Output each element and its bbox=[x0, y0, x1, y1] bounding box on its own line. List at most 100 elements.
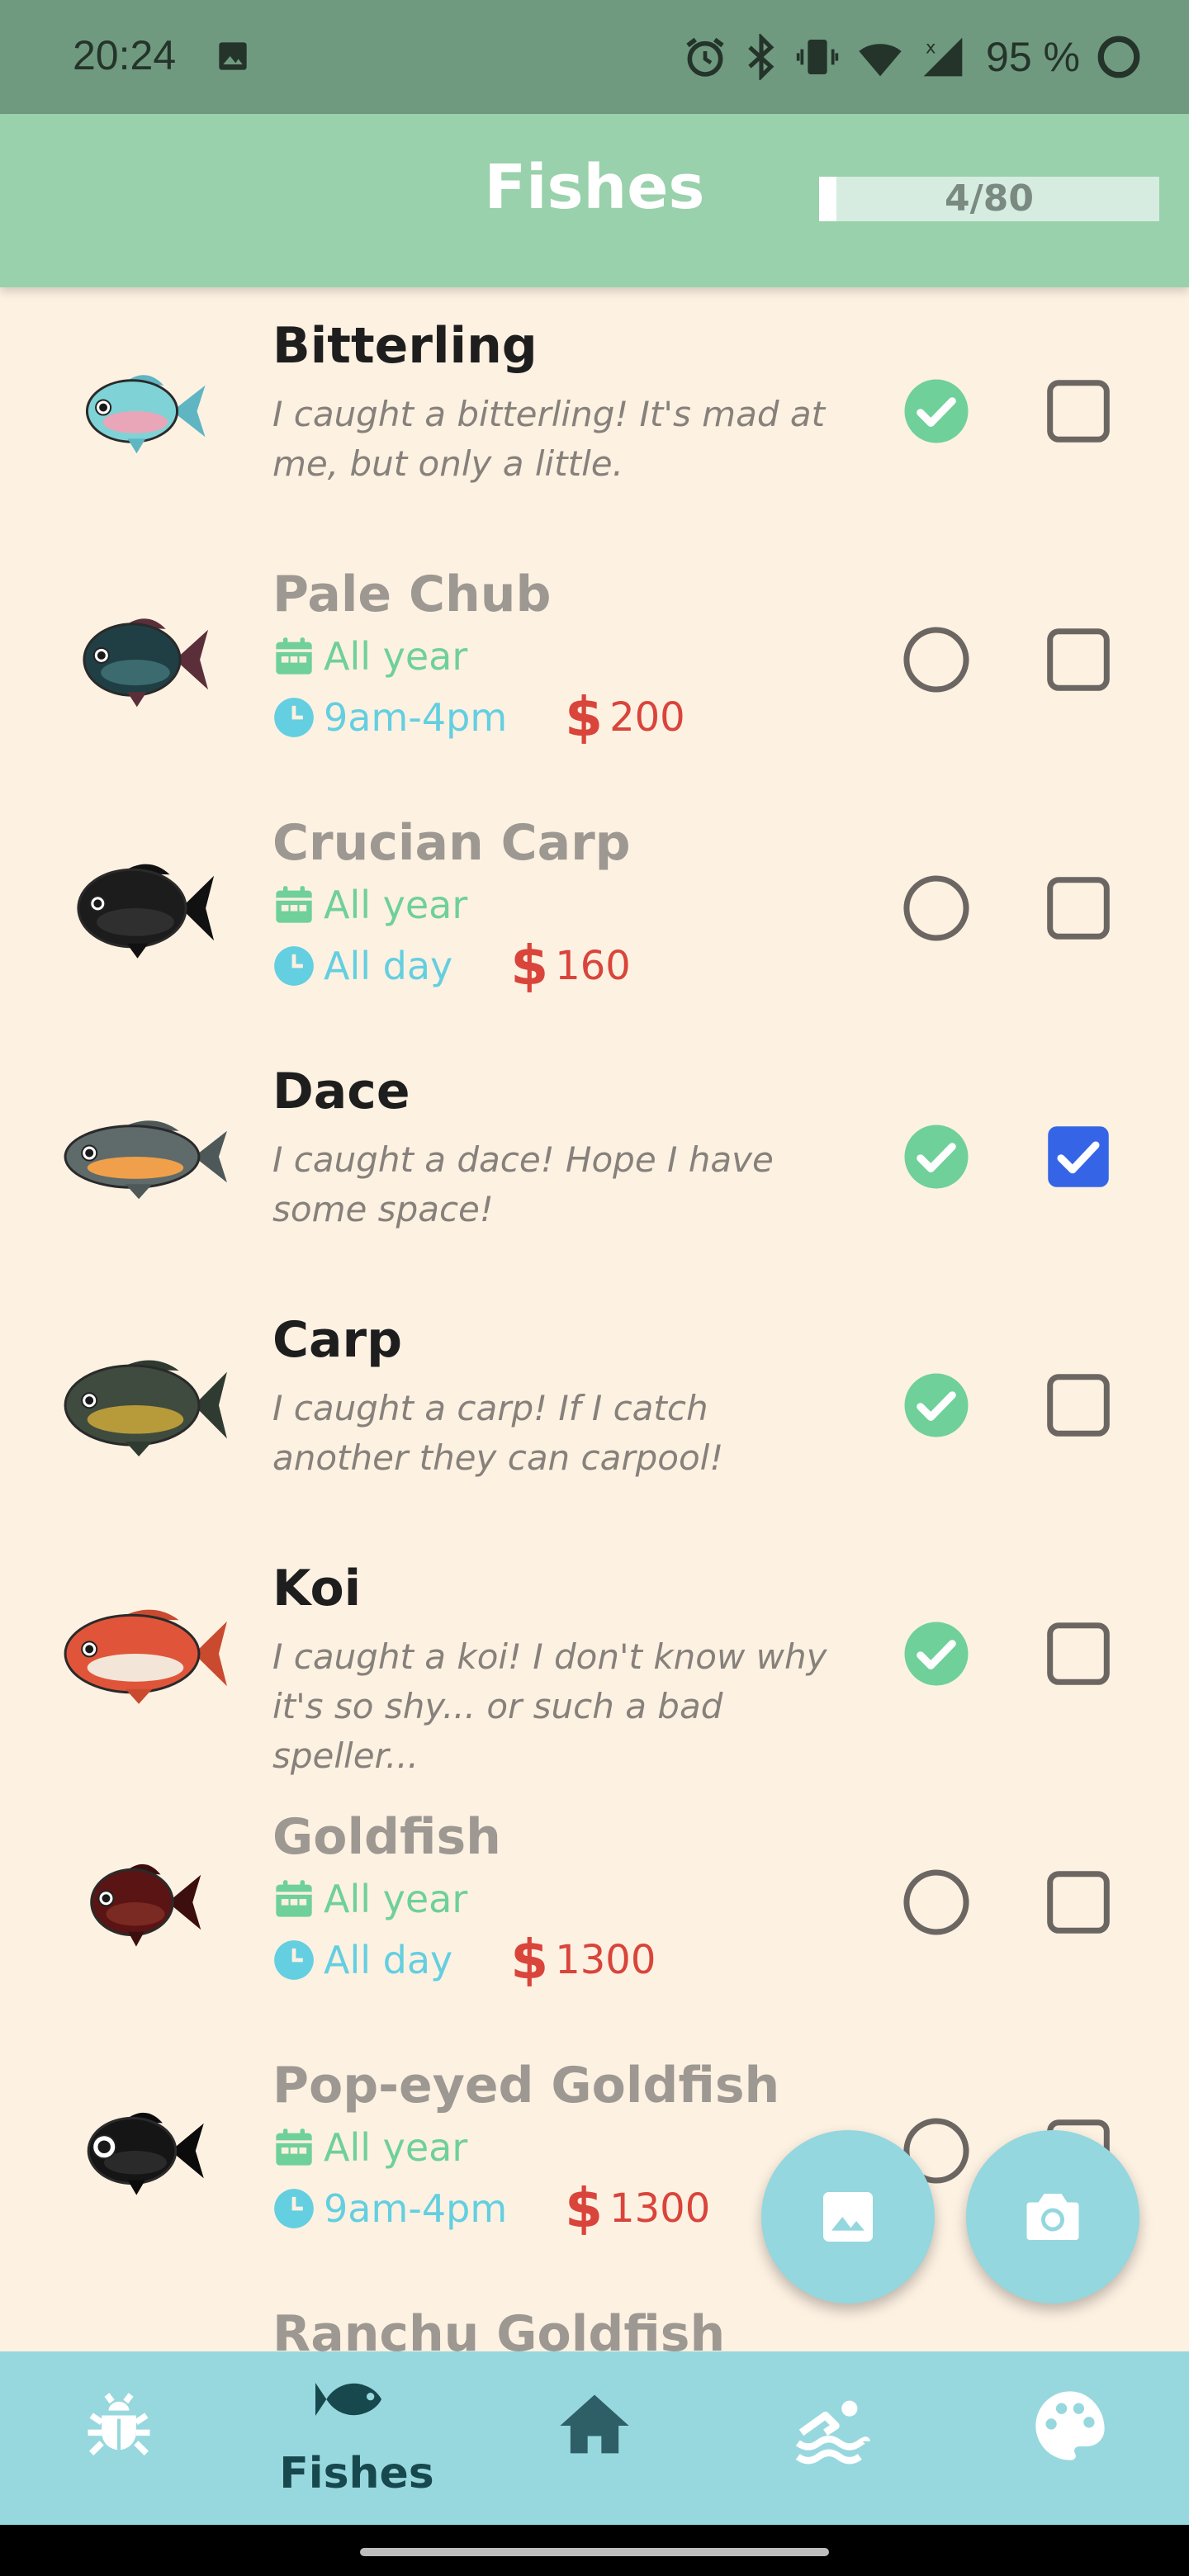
time-price-info: 9am-4pm $1300 bbox=[272, 2176, 711, 2240]
price: $160 bbox=[510, 934, 631, 997]
nav-item-fishes[interactable]: Fishes bbox=[238, 2351, 476, 2525]
palette-icon bbox=[1035, 2391, 1105, 2460]
clock-icon bbox=[272, 1939, 315, 1982]
fish-row[interactable]: Carp I caught a carp! If I catch another … bbox=[0, 1281, 1189, 1529]
nav-item-home[interactable] bbox=[476, 2351, 713, 2525]
gallery-icon bbox=[219, 42, 247, 70]
nav-item-bugs[interactable] bbox=[0, 2351, 238, 2525]
app-bar: Fishes 4/80 bbox=[0, 114, 1189, 287]
alarm-icon bbox=[686, 37, 724, 77]
crucian-carp-fish-icon bbox=[50, 846, 231, 970]
time-price-info: All day $1300 bbox=[272, 1928, 656, 1991]
calendar-icon bbox=[272, 1878, 315, 1920]
battery-icon bbox=[1097, 36, 1140, 78]
fish-name: Koi bbox=[272, 1560, 362, 1617]
catch-quote: I caught a koi! I don't know why it's so… bbox=[272, 1636, 827, 1776]
gesture-handle[interactable] bbox=[360, 2548, 829, 2556]
swimmer-icon bbox=[795, 2400, 870, 2465]
check-circle-icon bbox=[904, 379, 969, 443]
caught-toggle[interactable] bbox=[902, 625, 971, 694]
currency-symbol: $ bbox=[510, 934, 549, 997]
price-value: 1300 bbox=[555, 1937, 656, 1983]
donated-checkbox[interactable] bbox=[1044, 1868, 1113, 1937]
currency-symbol: $ bbox=[565, 685, 604, 749]
caught-toggle[interactable] bbox=[902, 1371, 971, 1440]
donated-checkbox[interactable] bbox=[1044, 376, 1113, 446]
fish-row[interactable]: Crucian Carp All year All day $160 bbox=[0, 784, 1189, 1032]
caught-toggle[interactable] bbox=[902, 874, 971, 943]
nav-item-art[interactable] bbox=[951, 2351, 1189, 2525]
calendar-icon bbox=[272, 883, 315, 926]
fish-row[interactable]: Bitterling I caught a bitterling! It's ma… bbox=[0, 287, 1189, 535]
catch-quote: I caught a bitterling! It's mad at me, b… bbox=[272, 394, 826, 484]
check-circle-icon bbox=[904, 1125, 969, 1189]
dace-fish-icon bbox=[50, 1095, 231, 1219]
fish-name: Pale Chub bbox=[272, 566, 552, 623]
empty-box-icon bbox=[1047, 877, 1110, 940]
time-price-info: 9am-4pm $200 bbox=[272, 685, 685, 749]
fish-name: Pop-eyed Goldfish bbox=[272, 2057, 780, 2114]
signal-icon: x bbox=[923, 37, 963, 77]
clock-icon bbox=[272, 2187, 315, 2230]
goldfish-fish-icon bbox=[50, 1840, 231, 1964]
donated-checkbox[interactable] bbox=[1044, 625, 1113, 694]
empty-box-icon bbox=[1047, 1622, 1110, 1685]
time-text: 9am-4pm bbox=[324, 2186, 508, 2231]
season-info: All year bbox=[272, 2123, 467, 2172]
currency-symbol: $ bbox=[510, 1928, 549, 1991]
empty-box-icon bbox=[1047, 628, 1110, 691]
collection-progress-bar: 4/80 bbox=[819, 177, 1159, 221]
svg-text:x: x bbox=[926, 37, 936, 57]
vibrate-icon bbox=[796, 40, 839, 74]
empty-circle-icon bbox=[903, 1869, 969, 1935]
donated-checkbox[interactable] bbox=[1044, 1122, 1113, 1191]
gallery-fab[interactable] bbox=[761, 2130, 935, 2304]
fish-row[interactable]: Koi I caught a koi! I don't know why it's… bbox=[0, 1530, 1189, 1778]
status-bar: 20:24 x 95 % bbox=[0, 0, 1189, 114]
catch-quote: I caught a carp! If I catch another they… bbox=[272, 1388, 724, 1478]
donated-checkbox[interactable] bbox=[1044, 874, 1113, 943]
nav-item-sea-creatures[interactable] bbox=[713, 2351, 951, 2525]
season-text: All year bbox=[324, 1877, 468, 1921]
donated-checkbox[interactable] bbox=[1044, 1619, 1113, 1688]
season-info: All year bbox=[272, 1874, 467, 1924]
bottom-navigation: Fishes bbox=[0, 2351, 1189, 2525]
price: $200 bbox=[565, 685, 685, 749]
price: $1300 bbox=[510, 1928, 656, 1991]
status-time: 20:24 bbox=[73, 32, 177, 78]
camera-icon bbox=[1026, 2194, 1079, 2240]
price-value: 200 bbox=[609, 694, 685, 741]
fish-name: Bitterling bbox=[272, 317, 538, 375]
fish-name: Crucian Carp bbox=[272, 814, 631, 872]
donated-checkbox[interactable] bbox=[1044, 1371, 1113, 1440]
season-info: All year bbox=[272, 632, 467, 681]
empty-circle-icon bbox=[903, 627, 969, 693]
fish-name: Carp bbox=[272, 1311, 403, 1369]
fish-list[interactable]: Bitterling I caught a bitterling! It's ma… bbox=[0, 287, 1189, 2351]
fish-name: Dace bbox=[272, 1063, 410, 1120]
empty-box-icon bbox=[1047, 1374, 1110, 1437]
empty-box-icon bbox=[1047, 380, 1110, 443]
status-icons: x 95 % bbox=[682, 30, 1143, 84]
checked-box-icon bbox=[1048, 1126, 1109, 1187]
price-value: 160 bbox=[555, 943, 631, 989]
time-text: All day bbox=[324, 1938, 453, 1982]
camera-fab[interactable] bbox=[966, 2130, 1139, 2304]
bug-icon bbox=[88, 2393, 150, 2455]
fish-row[interactable]: Pale Chub All year 9am-4pm $200 bbox=[0, 536, 1189, 784]
fish-row[interactable]: Dace I caught a dace! Hope I have some sp… bbox=[0, 1033, 1189, 1281]
caught-toggle[interactable] bbox=[902, 1619, 971, 1688]
currency-symbol: $ bbox=[565, 2176, 604, 2240]
koi-fish-icon bbox=[50, 1592, 231, 1716]
caught-toggle[interactable] bbox=[902, 376, 971, 446]
price-value: 1300 bbox=[609, 2185, 711, 2232]
caught-toggle[interactable] bbox=[902, 1122, 971, 1191]
clock-icon bbox=[272, 945, 315, 987]
fish-name: Ranchu Goldfish bbox=[272, 2305, 726, 2351]
ranchu-goldfish-fish-icon bbox=[50, 2337, 231, 2351]
fish-row[interactable]: Goldfish All year All day $1300 bbox=[0, 1778, 1189, 2026]
season-text: All year bbox=[324, 2125, 468, 2170]
caught-toggle[interactable] bbox=[902, 1868, 971, 1937]
image-icon bbox=[823, 2192, 873, 2242]
fish-name: Goldfish bbox=[272, 1808, 501, 1866]
